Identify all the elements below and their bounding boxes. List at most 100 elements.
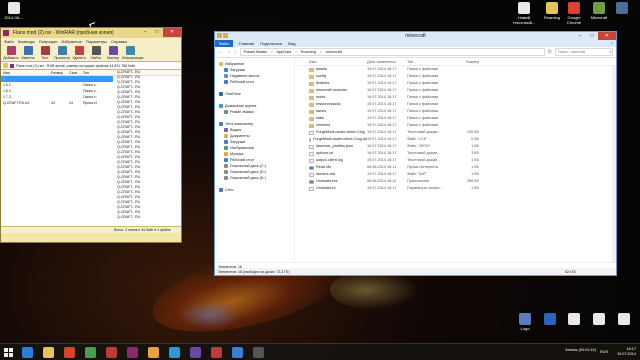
- winrar-titlebar[interactable]: Flans mod (2).rar - WinRAR (пробная копи…: [1, 28, 181, 38]
- filezilla-icon[interactable]: [211, 347, 222, 358]
- file-row[interactable]: Uninstall.ini 19.07.2014 16:17 Параметры к…: [297, 185, 616, 192]
- menu-item[interactable]: Справка: [111, 38, 127, 45]
- tab-home[interactable]: Главная: [239, 40, 254, 47]
- file-row[interactable]: mods 19.07.2014 16:17 Папка с файлами: [297, 94, 616, 101]
- toolbar-button[interactable]: Тест: [37, 45, 53, 61]
- ie-icon[interactable]: [22, 347, 33, 358]
- file-row[interactable]: launcher_profiles.json 19.07.2014 16:17 Фа…: [297, 143, 616, 150]
- breadcrumb-item[interactable]: Roaming: [301, 50, 316, 54]
- breadcrumb-item[interactable]: AppData: [277, 50, 292, 54]
- desktop-icon[interactable]: Roaming: [540, 2, 564, 20]
- column-type[interactable]: Тип: [407, 58, 455, 65]
- help-icon[interactable]: ?: [611, 40, 613, 47]
- menu-item[interactable]: Файл: [4, 38, 14, 45]
- app-icon-5[interactable]: [253, 347, 264, 358]
- tab-view[interactable]: Вид: [288, 40, 295, 47]
- file-row[interactable]: ForgeModLoader-client-0.log 19.07.2014 16…: [297, 129, 616, 136]
- desktop-icon[interactable]: Google Chrome: [562, 2, 586, 25]
- winrar-window[interactable]: Flans mod (2).rar - WinRAR (пробная копи…: [0, 27, 182, 243]
- quick-access-icon[interactable]: [223, 33, 228, 38]
- desktop-icon[interactable]: [612, 313, 636, 326]
- maximize-icon[interactable]: □: [151, 28, 163, 37]
- desktop-icon[interactable]: Logo: [513, 313, 537, 331]
- app-icon-2[interactable]: [148, 347, 159, 358]
- breadcrumb-item[interactable]: .minecraft: [325, 50, 342, 54]
- desktop-icon[interactable]: [587, 313, 611, 326]
- file-row[interactable]: stats 19.07.2014 16:17 Папка с файлами: [297, 115, 616, 122]
- explorer-window[interactable]: minecraft – □ ✕ Файл Главная Поделиться …: [214, 31, 617, 276]
- explorer-icon[interactable]: [43, 347, 54, 358]
- file-row[interactable]: ForgeModLoader-client-0.log.lck 19.07.201…: [297, 136, 616, 143]
- tab-file[interactable]: Файл: [215, 40, 233, 47]
- refresh-icon[interactable]: ↻: [548, 49, 552, 55]
- column-name[interactable]: Имя: [1, 70, 49, 75]
- minimize-icon[interactable]: –: [574, 32, 586, 40]
- store-icon[interactable]: [85, 347, 96, 358]
- desktop-icon-file[interactable]: 2014-06-...: [2, 2, 26, 20]
- file-row[interactable]: libraries 19.07.2014 16:17 Папка с файлами: [297, 80, 616, 87]
- menu-item[interactable]: Параметры: [86, 38, 107, 45]
- maximize-icon[interactable]: □: [586, 32, 598, 40]
- menu-item[interactable]: Операции: [39, 38, 58, 45]
- app-icon[interactable]: [106, 347, 117, 358]
- app-icon-3[interactable]: [190, 347, 201, 358]
- column-date[interactable]: Дата изменения: [367, 58, 407, 65]
- close-icon[interactable]: ✕: [163, 28, 181, 37]
- desktop-icon[interactable]: [562, 313, 586, 326]
- breadcrumb-item[interactable]: Роман Жавко: [244, 50, 268, 54]
- file-row[interactable]: Uninstall.exe 06.06.2014 16:11 Приложение 2…: [297, 178, 616, 185]
- scrollbar[interactable]: [612, 66, 616, 262]
- file-row[interactable]: assets 19.07.2014 16:17 Папка с файлами: [297, 66, 616, 73]
- desktop-icon[interactable]: Новый текстовый...: [512, 2, 536, 25]
- toolbar-button[interactable]: Найти: [88, 45, 104, 61]
- chrome-icon[interactable]: [64, 347, 75, 358]
- toolbar-button[interactable]: Извлечь: [20, 45, 36, 61]
- column-size[interactable]: Размер: [49, 70, 67, 75]
- toolbar-button[interactable]: Удалить: [71, 45, 87, 61]
- file-row[interactable]: Read Me 06.06.2014 16:11 Ярлык Интернета 1 …: [297, 164, 616, 171]
- up-icon[interactable]: ↑: [234, 49, 237, 55]
- file-row[interactable]: config 19.07.2014 16:17 Папка с файлами: [297, 73, 616, 80]
- file-row[interactable]: resourcepacks 19.07.2014 16:17 Папка с фай…: [297, 101, 616, 108]
- file-row[interactable]: minecraft launcher 19.07.2014 16:17 Папка …: [297, 87, 616, 94]
- menu-item[interactable]: Избранное: [62, 38, 82, 45]
- file-row[interactable]: options.txt 19.07.2014 16:17 Текстовый док…: [297, 150, 616, 157]
- list-item[interactable]: Q-CRAFT...RU: [117, 215, 177, 220]
- desktop-icon[interactable]: Minecraft: [587, 2, 611, 20]
- column-name[interactable]: Имя: [297, 58, 367, 65]
- toolbar-button[interactable]: Добавить: [3, 45, 19, 61]
- windows-start-icon[interactable]: [4, 348, 13, 357]
- clock-date[interactable]: 19.07.2014: [617, 352, 636, 357]
- app-icon-4[interactable]: [232, 347, 243, 358]
- file-row[interactable]: servers.dat 19.07.2014 16:17 Файл "DAT" 1 К…: [297, 171, 616, 178]
- file-row[interactable]: versions 19.07.2014 16:17 Папка с файлами: [297, 122, 616, 129]
- toolbar-button[interactable]: Мастер: [105, 45, 121, 61]
- explorer-titlebar[interactable]: minecraft – □ ✕: [215, 32, 616, 40]
- file-row[interactable]: saves 19.07.2014 16:17 Папка с файлами: [297, 108, 616, 115]
- tab-share[interactable]: Поделиться: [260, 40, 282, 47]
- list-item[interactable]: Q-CRAFT.RU.txt 44 44 Ярлык Инте: [1, 100, 113, 106]
- close-icon[interactable]: ✕: [598, 32, 616, 40]
- back-icon[interactable]: ←: [218, 49, 223, 55]
- winrar-icon[interactable]: [127, 347, 138, 358]
- column-type[interactable]: Тип: [81, 70, 97, 75]
- up-folder-icon[interactable]: [3, 63, 8, 68]
- file-row[interactable]: output-client.log 19.07.2014 16:17 Текстов…: [297, 157, 616, 164]
- file-date: 19.07.2014 16:17: [367, 67, 397, 71]
- toolbar-button[interactable]: Информация: [122, 45, 143, 61]
- column-size[interactable]: Размер: [455, 58, 479, 65]
- nav-icon: [224, 110, 228, 114]
- toolbar-button[interactable]: Просмотр: [54, 45, 70, 61]
- menu-item[interactable]: Команды: [18, 38, 35, 45]
- system-tray[interactable]: Запись (00:01:42) RUS 16:17 19.07.2014: [565, 347, 636, 357]
- desktop-icon[interactable]: [538, 313, 562, 326]
- breadcrumb[interactable]: Роман Жавко › AppData › Roaming › .minec…: [239, 48, 545, 56]
- nav-item[interactable]: Сеть: [215, 187, 294, 193]
- column-packed[interactable]: Сжат: [67, 70, 81, 75]
- skype-icon[interactable]: [169, 347, 180, 358]
- minimize-icon[interactable]: –: [139, 28, 151, 37]
- desktop-icon[interactable]: [610, 2, 634, 15]
- tray-lang[interactable]: RUS: [600, 350, 608, 355]
- search-input[interactable]: Поиск: .minecraft ⚲: [555, 48, 613, 56]
- forward-icon[interactable]: →: [226, 49, 231, 55]
